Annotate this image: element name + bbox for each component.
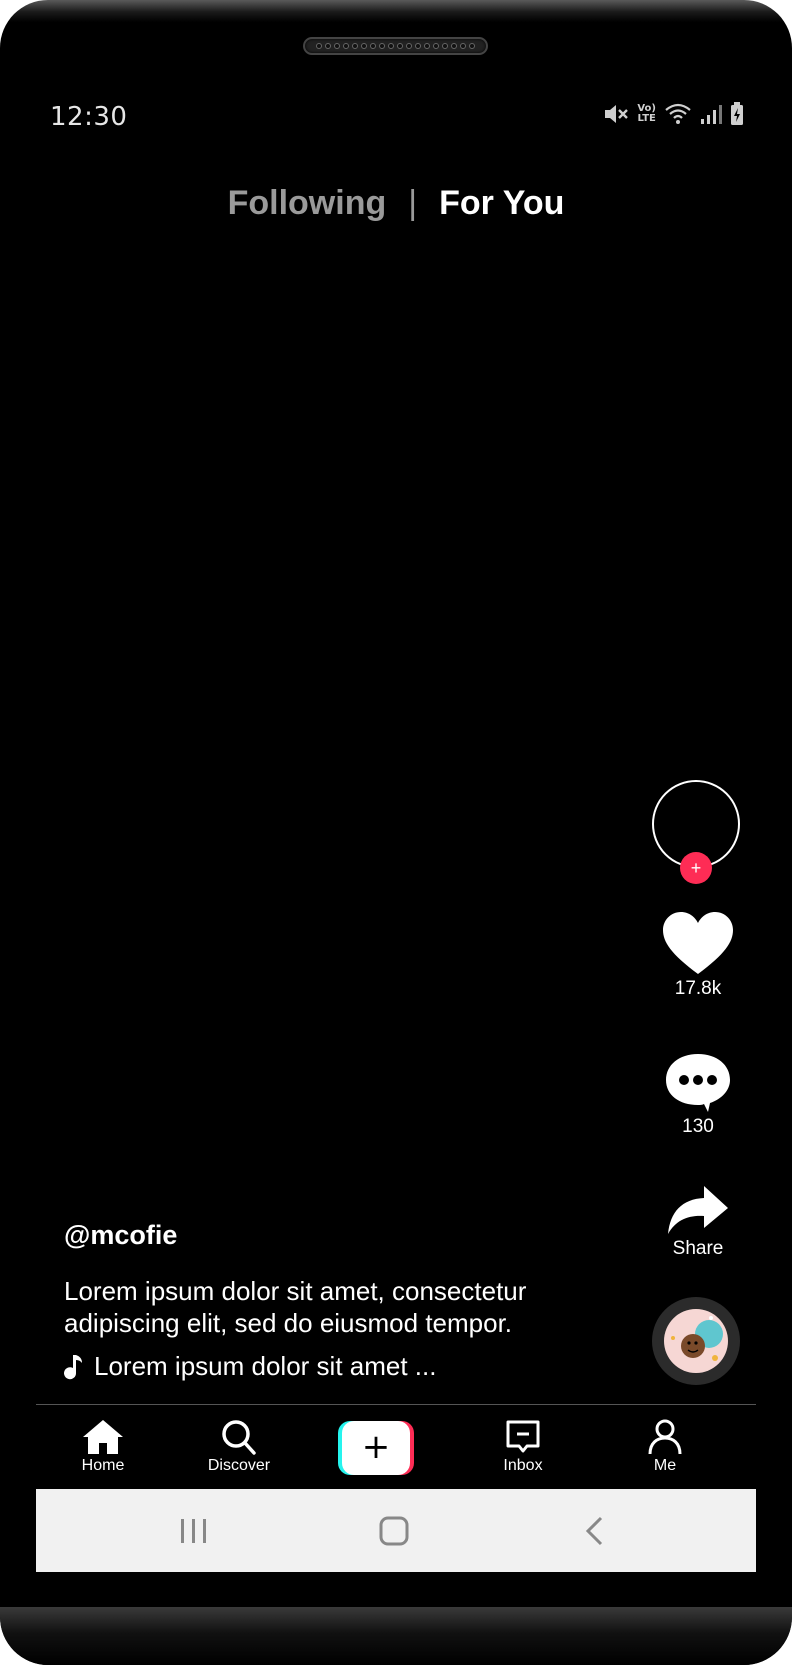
nav-discover-label: Discover bbox=[207, 1457, 271, 1474]
post-username[interactable]: @mcofie bbox=[64, 1220, 177, 1251]
inbox-icon bbox=[506, 1420, 540, 1453]
home-system-button[interactable] bbox=[374, 1511, 414, 1551]
share-button[interactable]: Share bbox=[652, 1186, 744, 1260]
back-chevron-icon bbox=[585, 1516, 603, 1546]
home-icon bbox=[83, 1420, 123, 1454]
create-button[interactable]: + bbox=[338, 1421, 414, 1475]
music-note-icon bbox=[64, 1354, 82, 1379]
feed-tabs: Following | For You bbox=[36, 184, 756, 223]
sound-title: Lorem ipsum dolor sit amet ... bbox=[94, 1351, 437, 1381]
phone-bottom-bezel bbox=[0, 1607, 792, 1665]
comment-count: 130 bbox=[682, 1116, 714, 1137]
system-nav-bar bbox=[36, 1489, 756, 1572]
back-button[interactable] bbox=[574, 1511, 614, 1551]
battery-charging-icon bbox=[731, 102, 743, 125]
nav-discover[interactable]: Discover bbox=[184, 1419, 294, 1475]
share-label: Share bbox=[672, 1238, 724, 1259]
nav-me-label: Me bbox=[653, 1457, 677, 1474]
phone-frame: 12:30 Vo) LTE Following | For You + 17.8… bbox=[0, 0, 792, 1665]
nav-home[interactable]: Home bbox=[48, 1419, 158, 1475]
tab-for-you[interactable]: For You bbox=[439, 184, 564, 223]
app-screen: 12:30 Vo) LTE Following | For You + 17.8… bbox=[36, 72, 756, 1572]
share-arrow-icon bbox=[668, 1186, 728, 1234]
music-disc[interactable] bbox=[652, 1297, 740, 1385]
follow-button[interactable]: + bbox=[680, 852, 712, 884]
like-button[interactable]: 17.8k bbox=[652, 912, 744, 1000]
post-description: Lorem ipsum dolor sit amet, consectetur … bbox=[64, 1276, 527, 1338]
sound-avatar-icon bbox=[664, 1309, 728, 1373]
tab-following[interactable]: Following bbox=[228, 184, 387, 223]
nav-inbox[interactable]: Inbox bbox=[468, 1419, 578, 1475]
bottom-nav: Home Discover + Inbox Me bbox=[36, 1404, 756, 1488]
mute-icon bbox=[605, 105, 629, 123]
status-time: 12:30 bbox=[50, 102, 128, 132]
sound-row[interactable]: Lorem ipsum dolor sit amet ... bbox=[64, 1351, 436, 1382]
home-square-icon bbox=[379, 1516, 409, 1546]
recent-apps-icon bbox=[181, 1519, 206, 1543]
wifi-icon bbox=[665, 103, 691, 124]
nav-inbox-label: Inbox bbox=[503, 1457, 543, 1474]
recent-apps-button[interactable] bbox=[174, 1511, 214, 1551]
signal-icon bbox=[701, 105, 722, 124]
volte-icon: Vo) LTE bbox=[637, 103, 656, 124]
profile-icon bbox=[648, 1419, 682, 1455]
plus-icon: + bbox=[342, 1421, 410, 1475]
nav-home-label: Home bbox=[81, 1457, 125, 1474]
comment-button[interactable]: 130 bbox=[652, 1052, 744, 1138]
status-icons: Vo) LTE bbox=[603, 102, 744, 126]
nav-me[interactable]: Me bbox=[610, 1419, 720, 1475]
tab-separator: | bbox=[408, 184, 418, 222]
earpiece-speaker bbox=[303, 37, 488, 55]
heart-icon bbox=[663, 912, 733, 974]
comment-bubble-icon bbox=[666, 1054, 730, 1112]
search-icon bbox=[222, 1420, 256, 1455]
like-count: 17.8k bbox=[674, 978, 722, 999]
